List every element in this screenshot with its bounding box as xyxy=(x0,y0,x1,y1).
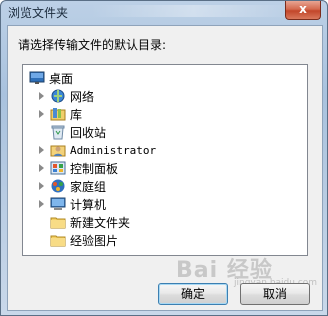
control-panel-icon xyxy=(50,160,66,176)
tree-item-label: Administrator xyxy=(70,143,157,157)
close-button[interactable]: x xyxy=(285,1,321,20)
expand-arrow-icon[interactable] xyxy=(37,181,47,191)
window-title: 浏览文件夹 xyxy=(8,6,69,20)
tree-item-label: 桌面 xyxy=(49,71,74,86)
tree-item-label: 计算机 xyxy=(70,197,107,212)
tree-item-new-folder[interactable]: 新建文件夹 xyxy=(50,213,130,231)
folder-icon xyxy=(50,214,66,230)
tree-item-label: 回收站 xyxy=(70,125,107,140)
tree-item-control-panel[interactable]: 控制面板 xyxy=(37,159,118,177)
user-folder-icon xyxy=(50,142,66,158)
browse-folder-dialog: 浏览文件夹 x 请选择传输文件的默认目录: 桌面 网络 库 回收站 Admini… xyxy=(0,0,328,316)
dialog-client-area: 请选择传输文件的默认目录: 桌面 网络 库 回收站 Administrator … xyxy=(7,25,323,311)
tree-item-jingyan-images[interactable]: 经验图片 xyxy=(50,231,118,249)
desktop-icon xyxy=(29,70,45,86)
folder-tree[interactable]: 桌面 网络 库 回收站 Administrator 控制面板 家庭组 计算机 新… xyxy=(22,64,308,256)
folder-icon xyxy=(50,232,66,248)
tree-item-label: 新建文件夹 xyxy=(70,215,131,230)
library-icon xyxy=(50,106,66,122)
tree-item-computer[interactable]: 计算机 xyxy=(37,195,106,213)
network-icon xyxy=(50,88,66,104)
title-bar-blur xyxy=(91,5,296,17)
tree-item-administrator[interactable]: Administrator xyxy=(37,141,156,159)
expand-arrow-icon[interactable] xyxy=(37,109,47,119)
tree-item-label: 控制面板 xyxy=(70,161,119,176)
tree-item-library[interactable]: 库 xyxy=(37,105,82,123)
tree-item-homegroup[interactable]: 家庭组 xyxy=(37,177,106,195)
tree-item-label: 经验图片 xyxy=(70,233,119,248)
tree-item-label: 库 xyxy=(70,107,83,122)
computer-icon xyxy=(50,196,66,212)
tree-item-recycle-bin[interactable]: 回收站 xyxy=(50,123,106,141)
tree-item-network[interactable]: 网络 xyxy=(37,87,94,105)
expand-arrow-icon[interactable] xyxy=(37,163,47,173)
expand-arrow-icon[interactable] xyxy=(37,91,47,101)
prompt-label: 请选择传输文件的默认目录: xyxy=(18,38,167,52)
expand-arrow-icon[interactable] xyxy=(37,199,47,209)
tree-item-label: 网络 xyxy=(70,89,95,104)
title-bar[interactable]: 浏览文件夹 x xyxy=(1,1,327,23)
homegroup-icon xyxy=(50,178,66,194)
tree-item-label: 家庭组 xyxy=(70,179,107,194)
tree-item-desktop[interactable]: 桌面 xyxy=(29,69,73,87)
recycle-bin-icon xyxy=(50,124,66,140)
expand-arrow-icon[interactable] xyxy=(37,145,47,155)
cancel-button[interactable]: 取消 xyxy=(240,283,310,305)
ok-button[interactable]: 确定 xyxy=(158,283,228,305)
